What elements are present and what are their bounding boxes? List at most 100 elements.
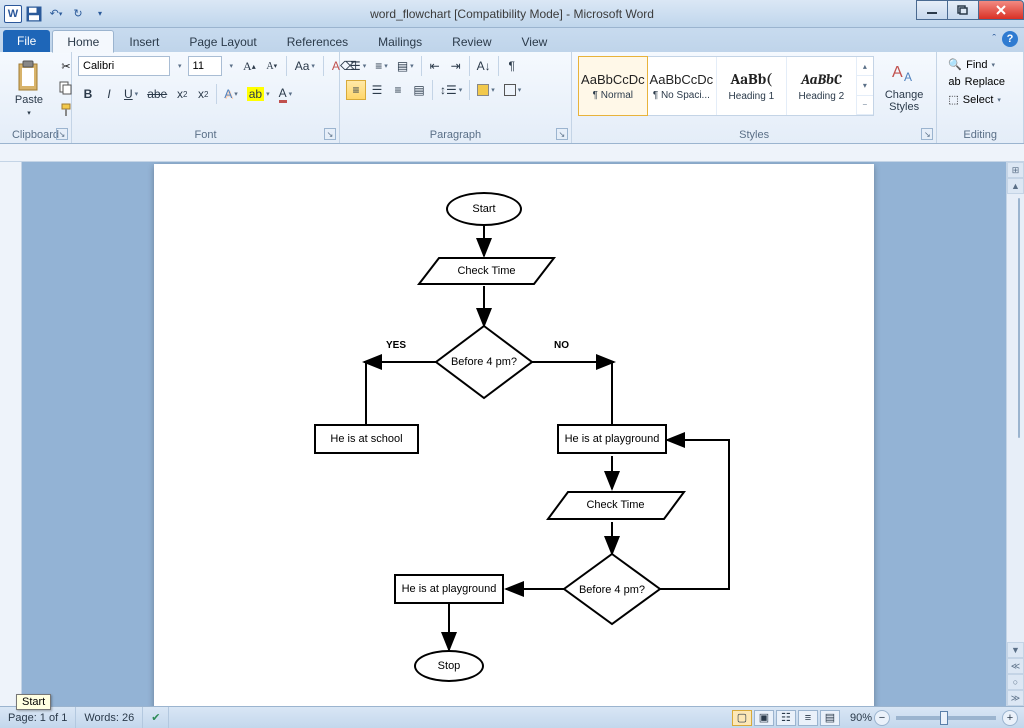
undo-button[interactable]: ↶▾ — [46, 4, 66, 24]
italic-button[interactable]: I — [99, 84, 119, 104]
bold-button[interactable]: B — [78, 84, 98, 104]
maximize-button[interactable] — [947, 0, 979, 20]
label-yes: YES — [386, 340, 406, 351]
document-viewport[interactable]: Start Check Time Before 4 pm? YES NO He … — [22, 162, 1006, 706]
underline-button[interactable]: U▾ — [120, 84, 142, 104]
close-button[interactable] — [978, 0, 1024, 20]
paragraph-launcher[interactable]: ↘ — [556, 128, 568, 140]
style-heading-1[interactable]: AaBb(Heading 1 — [717, 57, 787, 115]
draft-view[interactable]: ▤ — [820, 710, 840, 726]
font-name-input[interactable] — [78, 56, 170, 76]
tab-review[interactable]: Review — [437, 30, 506, 52]
style-heading-2[interactable]: AaBbCHeading 2 — [787, 57, 857, 115]
text-effects-button[interactable]: A▾ — [220, 84, 242, 104]
tooltip-start: Start — [16, 694, 51, 710]
web-layout-view[interactable]: ☷ — [776, 710, 796, 726]
shape-decision-2[interactable]: Before 4 pm? — [577, 570, 647, 610]
next-page-button[interactable]: ≫ — [1007, 690, 1024, 706]
borders-button[interactable]: ▾ — [500, 80, 526, 100]
grow-font-button[interactable]: A▴ — [239, 56, 260, 76]
shading-button[interactable]: ▾ — [473, 80, 499, 100]
shape-school[interactable]: He is at school — [314, 424, 419, 454]
minimize-button[interactable] — [916, 0, 948, 20]
scroll-down-button[interactable]: ▼ — [1007, 642, 1024, 658]
page-count[interactable]: Page: 1 of 1 — [0, 707, 76, 728]
paste-button[interactable]: Paste▾ — [6, 56, 52, 122]
multilevel-button[interactable]: ▤▾ — [393, 56, 418, 76]
font-color-button[interactable]: A▾ — [275, 84, 297, 104]
zoom-thumb[interactable] — [940, 711, 948, 725]
font-size-dd[interactable]: ▾ — [224, 56, 238, 76]
find-button[interactable]: 🔍Find ▾ — [943, 56, 1010, 73]
shape-check-time-2[interactable]: Check Time — [568, 492, 663, 518]
superscript-button[interactable]: x2 — [193, 84, 213, 104]
word-icon: W — [4, 5, 22, 23]
style--normal[interactable]: AaBbCcDc¶ Normal — [578, 56, 648, 116]
show-marks-button[interactable]: ¶ — [502, 56, 522, 76]
ribbon-tabs: File Home Insert Page Layout References … — [0, 28, 1024, 52]
ruler-vertical[interactable] — [0, 162, 22, 706]
file-tab[interactable]: File — [3, 30, 50, 52]
help-button[interactable]: ? — [1002, 31, 1018, 47]
full-screen-view[interactable]: ▣ — [754, 710, 774, 726]
shape-stop[interactable]: Stop — [414, 650, 484, 682]
clipboard-launcher[interactable]: ↘ — [56, 128, 68, 140]
browse-object-button[interactable]: ○ — [1007, 674, 1024, 690]
shape-decision-1[interactable]: Before 4 pm? — [449, 342, 519, 382]
shrink-font-button[interactable]: A▾ — [262, 56, 282, 76]
replace-button[interactable]: abReplace — [943, 74, 1010, 90]
shape-check-time-1[interactable]: Check Time — [439, 258, 534, 284]
qat-customize[interactable]: ▾ — [90, 4, 110, 24]
print-layout-view[interactable]: ▢ — [732, 710, 752, 726]
shape-playground-2[interactable]: He is at playground — [394, 574, 504, 604]
scroll-thumb[interactable] — [1018, 198, 1020, 438]
tab-view[interactable]: View — [507, 30, 563, 52]
styles-gallery[interactable]: AaBbCcDc¶ NormalAaBbCcDc¶ No Spaci...AaB… — [578, 56, 874, 116]
tab-home[interactable]: Home — [52, 30, 114, 53]
ruler-horizontal[interactable] — [0, 144, 1024, 162]
select-button[interactable]: ⬚Select ▾ — [943, 91, 1010, 108]
justify-button[interactable]: ▤ — [409, 80, 429, 100]
change-case-button[interactable]: Aa▾ — [291, 56, 319, 76]
styles-more[interactable]: ▴▾⎯ — [857, 57, 873, 115]
increase-indent-button[interactable]: ⇥ — [446, 56, 466, 76]
decrease-indent-button[interactable]: ⇤ — [425, 56, 445, 76]
style--no-spaci-[interactable]: AaBbCcDc¶ No Spaci... — [647, 57, 717, 115]
align-right-button[interactable]: ≡ — [388, 80, 408, 100]
line-spacing-button[interactable]: ↕☰▾ — [436, 80, 466, 100]
highlight-button[interactable]: ab▾ — [243, 84, 274, 104]
shape-playground-1[interactable]: He is at playground — [557, 424, 667, 454]
sort-button[interactable]: A↓ — [473, 56, 495, 76]
align-center-button[interactable]: ☰ — [367, 80, 387, 100]
tab-insert[interactable]: Insert — [114, 30, 174, 52]
align-left-button[interactable]: ≡ — [346, 80, 366, 100]
zoom-out-button[interactable]: − — [874, 710, 890, 726]
outline-view[interactable]: ≡ — [798, 710, 818, 726]
change-styles-button[interactable]: AA Change Styles — [878, 56, 931, 116]
minimize-ribbon-button[interactable]: ˆ — [992, 33, 996, 45]
scroll-options-button[interactable]: ⊞ — [1007, 162, 1024, 178]
tab-mailings[interactable]: Mailings — [363, 30, 437, 52]
vertical-scrollbar[interactable]: ⊞ ▲ ▼ ≪ ○ ≫ — [1006, 162, 1024, 706]
font-name-dd[interactable]: ▾ — [172, 56, 186, 76]
title-bar: W ↶▾ ↻ ▾ word_flowchart [Compatibility M… — [0, 0, 1024, 28]
numbering-button[interactable]: ≡▾ — [371, 56, 392, 76]
shape-start[interactable]: Start — [446, 192, 522, 226]
prev-page-button[interactable]: ≪ — [1007, 658, 1024, 674]
save-button[interactable] — [24, 4, 44, 24]
proofing-button[interactable]: ✔ — [143, 707, 169, 728]
font-size-input[interactable] — [188, 56, 222, 76]
bullets-button[interactable]: ☰▾ — [346, 56, 370, 76]
scroll-up-button[interactable]: ▲ — [1007, 178, 1024, 194]
tab-page-layout[interactable]: Page Layout — [174, 30, 271, 52]
font-launcher[interactable]: ↘ — [324, 128, 336, 140]
word-count[interactable]: Words: 26 — [76, 707, 143, 728]
zoom-level[interactable]: 90% — [850, 712, 872, 724]
redo-button[interactable]: ↻ — [68, 4, 88, 24]
zoom-in-button[interactable]: + — [1002, 710, 1018, 726]
subscript-button[interactable]: x2 — [172, 84, 192, 104]
zoom-slider[interactable] — [896, 716, 996, 720]
styles-launcher[interactable]: ↘ — [921, 128, 933, 140]
strike-button[interactable]: abe — [143, 84, 171, 104]
tab-references[interactable]: References — [272, 30, 363, 52]
